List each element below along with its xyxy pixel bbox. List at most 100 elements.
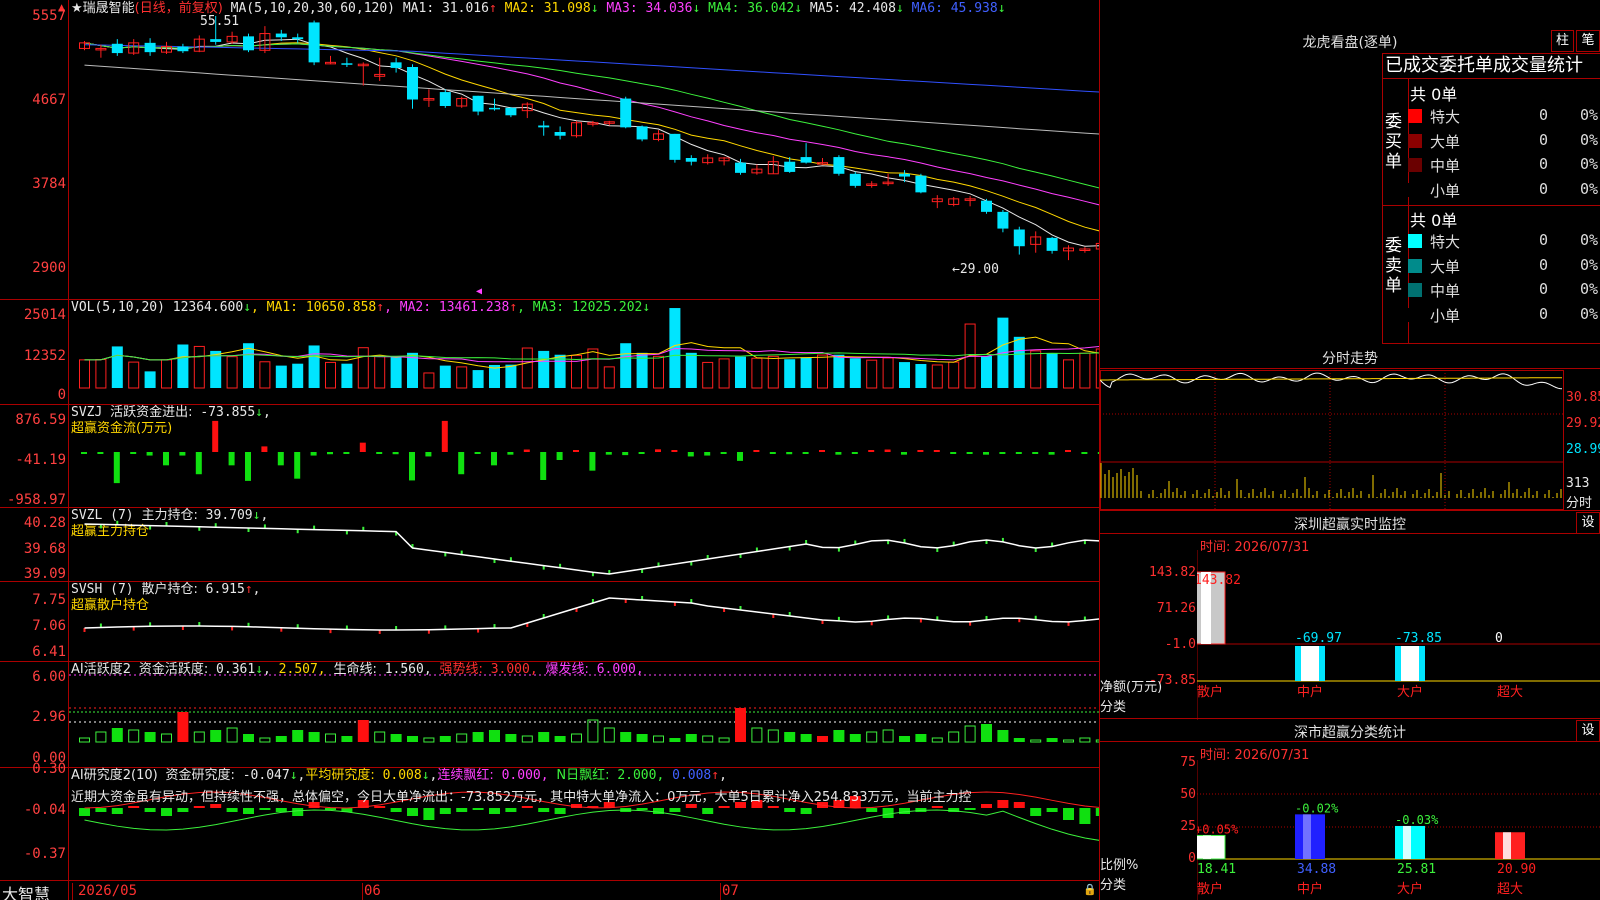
- research-bar: [275, 808, 287, 812]
- y-label: 4667: [32, 92, 66, 108]
- change-label: +0.05%: [1197, 822, 1239, 836]
- y-label: 39.68: [23, 541, 66, 557]
- kline-pane[interactable]: ▲ ★瑞晟智能(日线，前复权) MA(5,10,20,30,60,120) MA…: [0, 0, 1099, 300]
- flow-bar: [1032, 452, 1039, 454]
- research-bar: [702, 808, 714, 814]
- ai-active-chart[interactable]: [69, 662, 1099, 767]
- category-label: 散户: [1197, 881, 1223, 897]
- order-row: 中单 0 0%: [1406, 278, 1600, 302]
- volume-bar: [866, 359, 878, 389]
- activity-bar: [111, 728, 123, 742]
- volume-bar: [931, 364, 943, 389]
- activity-bar: [472, 732, 484, 742]
- activity-bar: [95, 731, 107, 743]
- sz-class-chart[interactable]: +0.05% 18.41 散户 -0.02% 34.88 中户 -0.03% 25.81 大户 2…: [1197, 760, 1600, 900]
- ma-line: [84, 64, 1099, 135]
- research-bar: [784, 808, 796, 812]
- flow-bar: [441, 420, 448, 452]
- volume-pane[interactable]: VOL(5,10,20) 12364.600↓, MA1: 10650.858↑…: [0, 300, 1099, 405]
- volume-chart[interactable]: [69, 300, 1099, 404]
- research-bar: [505, 808, 517, 812]
- candle-body: [915, 175, 927, 193]
- svzl-pane[interactable]: SVZL (7) 主力持仓: 39.709↓, 超赢主力持仓 40.28 39.…: [0, 508, 1099, 582]
- order-label: 特大: [1430, 108, 1461, 126]
- flow-bar: [130, 452, 137, 454]
- flow-bar: [146, 452, 153, 456]
- flow-bar: [638, 452, 645, 454]
- svzj-pane[interactable]: SVZJ 活跃资金进出: -73.855↓, 超赢资金流(万元) 876.59 …: [0, 405, 1099, 508]
- order-label: 小单: [1430, 181, 1461, 200]
- y-label: 2900: [32, 260, 66, 276]
- research-bar: [1030, 808, 1042, 816]
- volume-bar: [948, 361, 960, 389]
- bar-mode-button[interactable]: 柱: [1551, 30, 1574, 52]
- tick-mode-button[interactable]: 笔: [1576, 30, 1600, 52]
- order-count: 0: [1538, 106, 1548, 124]
- cursor-marker-icon: ◀: [476, 286, 483, 297]
- change-label: -0.03%: [1395, 813, 1439, 827]
- kline-chart[interactable]: [69, 0, 1099, 299]
- research-bar: [636, 808, 648, 810]
- activity-bar: [915, 734, 927, 742]
- sz-monitor-chart[interactable]: 143.82 散户 -69.97 中户 -73.85 大户 0 超大: [1197, 550, 1600, 720]
- activity-bar: [79, 737, 90, 743]
- candle-body: [341, 63, 353, 65]
- avg-line: [1100, 377, 1562, 381]
- activity-bar: [784, 732, 796, 742]
- indicator-line: [84, 597, 1099, 631]
- activity-bar: [1046, 738, 1058, 742]
- activity-bar: [587, 719, 599, 743]
- flow-bar: [622, 452, 629, 456]
- y-label: 5557: [32, 8, 66, 24]
- activity-bar: [1013, 738, 1025, 742]
- activity-bar: [357, 720, 369, 742]
- candle-body: [407, 67, 418, 100]
- flow-bar: [228, 452, 235, 466]
- flow-bar: [851, 452, 858, 454]
- ai-research-chart[interactable]: [69, 768, 1099, 880]
- volume-bar: [193, 345, 205, 389]
- flow-bar: [704, 452, 711, 456]
- ai-research-pane[interactable]: AI研究度2(10) 资金研究度: -0.047↓,平均研究度: 0.008↓,…: [0, 761, 1099, 880]
- y-label: 7.75: [32, 592, 66, 608]
- volume-bar: [128, 361, 140, 389]
- volume-bar: [341, 363, 353, 388]
- bar-value-label: 143.82: [1197, 573, 1241, 588]
- activity-bar: [226, 727, 238, 743]
- flow-bar: [376, 452, 383, 454]
- volume-bar: [735, 356, 746, 388]
- volume-bar: [210, 350, 222, 388]
- svzl-chart[interactable]: [69, 508, 1099, 581]
- category-label: 中户: [1297, 684, 1323, 700]
- activity-bar: [193, 731, 205, 743]
- svzj-chart[interactable]: [69, 405, 1099, 507]
- activity-bar: [161, 733, 172, 743]
- volume-bar: [472, 370, 484, 388]
- candle-body: [308, 22, 320, 63]
- flow-bar: [409, 452, 415, 481]
- candle-body: [997, 211, 1009, 229]
- flow-bar: [966, 452, 973, 454]
- volume-bar: [292, 363, 304, 388]
- sz-class-settings-button[interactable]: 设: [1576, 720, 1600, 742]
- order-percent: 0%: [1580, 106, 1599, 124]
- order-row: 小单 0 0%: [1406, 303, 1600, 327]
- research-bar: [1063, 808, 1074, 820]
- activity-bar: [1079, 737, 1091, 743]
- volume-bar: [456, 366, 468, 389]
- x-axis-bar: 大智慧 2026/05 06 07 🔒: [0, 880, 1099, 900]
- sz-monitor-settings-button[interactable]: 设: [1576, 512, 1600, 534]
- intraday-chart[interactable]: [1100, 370, 1564, 510]
- volume-bar: [882, 357, 894, 389]
- dragon-tabs[interactable]: 已成交委托单成交量统计: [1382, 53, 1600, 79]
- research-bar: [456, 808, 468, 812]
- ai-active-pane[interactable]: AI活跃度2 资金活跃度: 0.361↓, 2.507, 生命线: 1.560,…: [0, 662, 1099, 768]
- lock-icon[interactable]: 🔒: [1083, 883, 1097, 896]
- activity-bar: [981, 724, 992, 742]
- svsh-pane[interactable]: SVSH (7) 散户持仓: 6.915↑, 超赢散户持仓 7.75 7.06 …: [0, 582, 1099, 662]
- svsh-chart[interactable]: [69, 582, 1099, 661]
- y-label: 143.82: [1149, 565, 1196, 580]
- candle-body: [636, 126, 648, 140]
- order-row: 中单 0 0%: [1406, 153, 1600, 177]
- flow-bar: [540, 452, 547, 480]
